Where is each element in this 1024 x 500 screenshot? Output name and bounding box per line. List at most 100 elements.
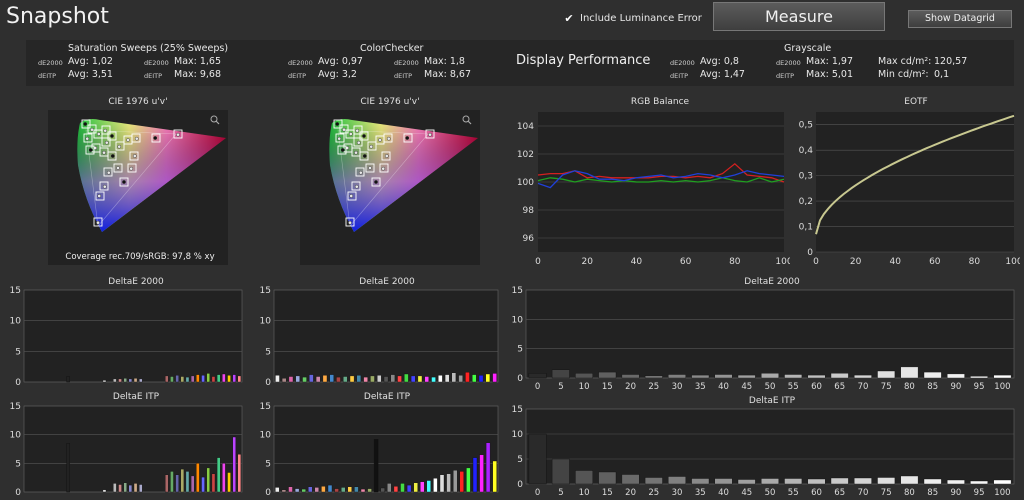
y-tick-label: 10	[260, 431, 272, 441]
bar	[321, 486, 326, 493]
deitp-tag: dEITP	[776, 72, 795, 80]
de2000-saturation-chart: 0 5 10 15	[10, 286, 243, 388]
x-tick-label: 100	[1005, 257, 1020, 267]
measured-point	[110, 134, 114, 138]
bar	[180, 376, 185, 383]
y-tick-label: 15	[512, 286, 523, 296]
measure-button[interactable]: Measure	[713, 2, 885, 31]
bar	[528, 433, 547, 485]
bar	[216, 457, 221, 493]
y-tick-label: 0	[265, 488, 271, 498]
bar	[164, 375, 169, 383]
bar	[170, 376, 174, 383]
x-tick-label: 75	[881, 488, 892, 498]
y-tick-label: 96	[523, 234, 535, 244]
bar	[329, 374, 334, 383]
bar	[275, 375, 280, 383]
bar	[237, 375, 242, 383]
x-tick-label: 30	[672, 382, 683, 392]
bar	[410, 375, 416, 383]
y-tick-label: 5	[517, 455, 523, 465]
rgb-balance-title: RGB Balance	[630, 97, 690, 107]
rgb-balance-chart: 96 98 100 102 104 0 20 40 60 80 100	[517, 112, 790, 267]
bar	[327, 484, 333, 493]
x-tick-label: 20	[850, 257, 862, 267]
bar	[211, 473, 216, 493]
show-datagrid-button[interactable]: Show Datagrid	[908, 10, 1012, 28]
bar	[420, 481, 425, 493]
bar	[528, 373, 547, 379]
bar	[211, 376, 216, 383]
bar	[123, 378, 127, 383]
measured-point	[133, 154, 137, 158]
bar	[363, 376, 368, 383]
grayscale-de2000-max: Max: 1,97	[806, 56, 854, 67]
bar	[471, 374, 477, 383]
x-tick-label: 0	[535, 257, 541, 267]
bar	[336, 376, 341, 383]
bar	[206, 373, 210, 383]
cie-diagram-right[interactable]	[300, 110, 480, 265]
deitp-tag: dEITP	[38, 72, 57, 80]
measured-point	[111, 154, 115, 158]
max-cd-label: Max cd/m²:	[878, 56, 932, 67]
x-tick-label: 60	[811, 382, 822, 392]
y-tick-label: 10	[512, 315, 524, 325]
bar	[288, 376, 294, 383]
bar	[993, 479, 1012, 485]
summary-bar: Saturation Sweeps (25% Sweeps) dE2000 Av…	[26, 40, 1014, 86]
bar	[668, 374, 686, 379]
bar	[356, 375, 362, 383]
bar	[598, 471, 617, 485]
bar	[334, 488, 339, 493]
bar	[854, 374, 872, 379]
measured-point	[337, 136, 342, 141]
measured-point	[105, 140, 109, 145]
magnifier-icon[interactable]	[462, 115, 472, 125]
y-tick-label: 0	[517, 480, 523, 490]
cie-diagram-left[interactable]	[48, 110, 228, 265]
display-performance-label: Display Performance	[516, 53, 651, 68]
include-luminance-checkbox[interactable]: ✔ Include Luminance Error	[564, 12, 701, 25]
bar	[237, 454, 242, 493]
y-tick-label: 15	[512, 405, 523, 415]
measured-point	[355, 128, 360, 133]
bar	[66, 376, 70, 383]
x-tick-label: 60	[929, 257, 941, 267]
bar	[294, 488, 300, 493]
measured-point	[83, 122, 88, 126]
bar	[404, 373, 409, 383]
deitp-colorchecker-chart: 0 5 10 15	[260, 402, 499, 498]
x-tick-label: 5	[558, 488, 563, 498]
bar	[393, 486, 399, 493]
x-tick-label: 30	[672, 488, 683, 498]
page-title: Snapshot	[6, 4, 109, 29]
y-tick-label: 5	[15, 459, 21, 469]
bar	[644, 375, 663, 379]
measured-point	[359, 170, 363, 175]
x-tick-label: 55	[788, 382, 799, 392]
bar	[761, 373, 779, 379]
bar	[417, 375, 423, 383]
bar	[232, 436, 236, 493]
magnifier-icon[interactable]	[210, 115, 220, 125]
x-tick-label: 90	[950, 382, 961, 392]
bar	[458, 375, 463, 383]
bar	[492, 460, 497, 493]
bar	[281, 489, 287, 493]
x-tick-label: 0	[535, 488, 540, 498]
y-tick-label: 10	[512, 430, 524, 440]
bar	[113, 483, 117, 493]
bar	[970, 375, 988, 379]
bar	[426, 480, 432, 493]
bar	[479, 454, 484, 493]
y-tick-label: 5	[265, 347, 271, 357]
bar	[644, 477, 663, 485]
bar	[102, 489, 107, 493]
measured-point	[385, 154, 389, 158]
x-tick-label: 80	[729, 257, 741, 267]
x-tick-label: 80	[904, 488, 915, 498]
bar	[446, 473, 451, 493]
deitp-tag: dEITP	[670, 72, 689, 80]
bar	[216, 374, 221, 383]
